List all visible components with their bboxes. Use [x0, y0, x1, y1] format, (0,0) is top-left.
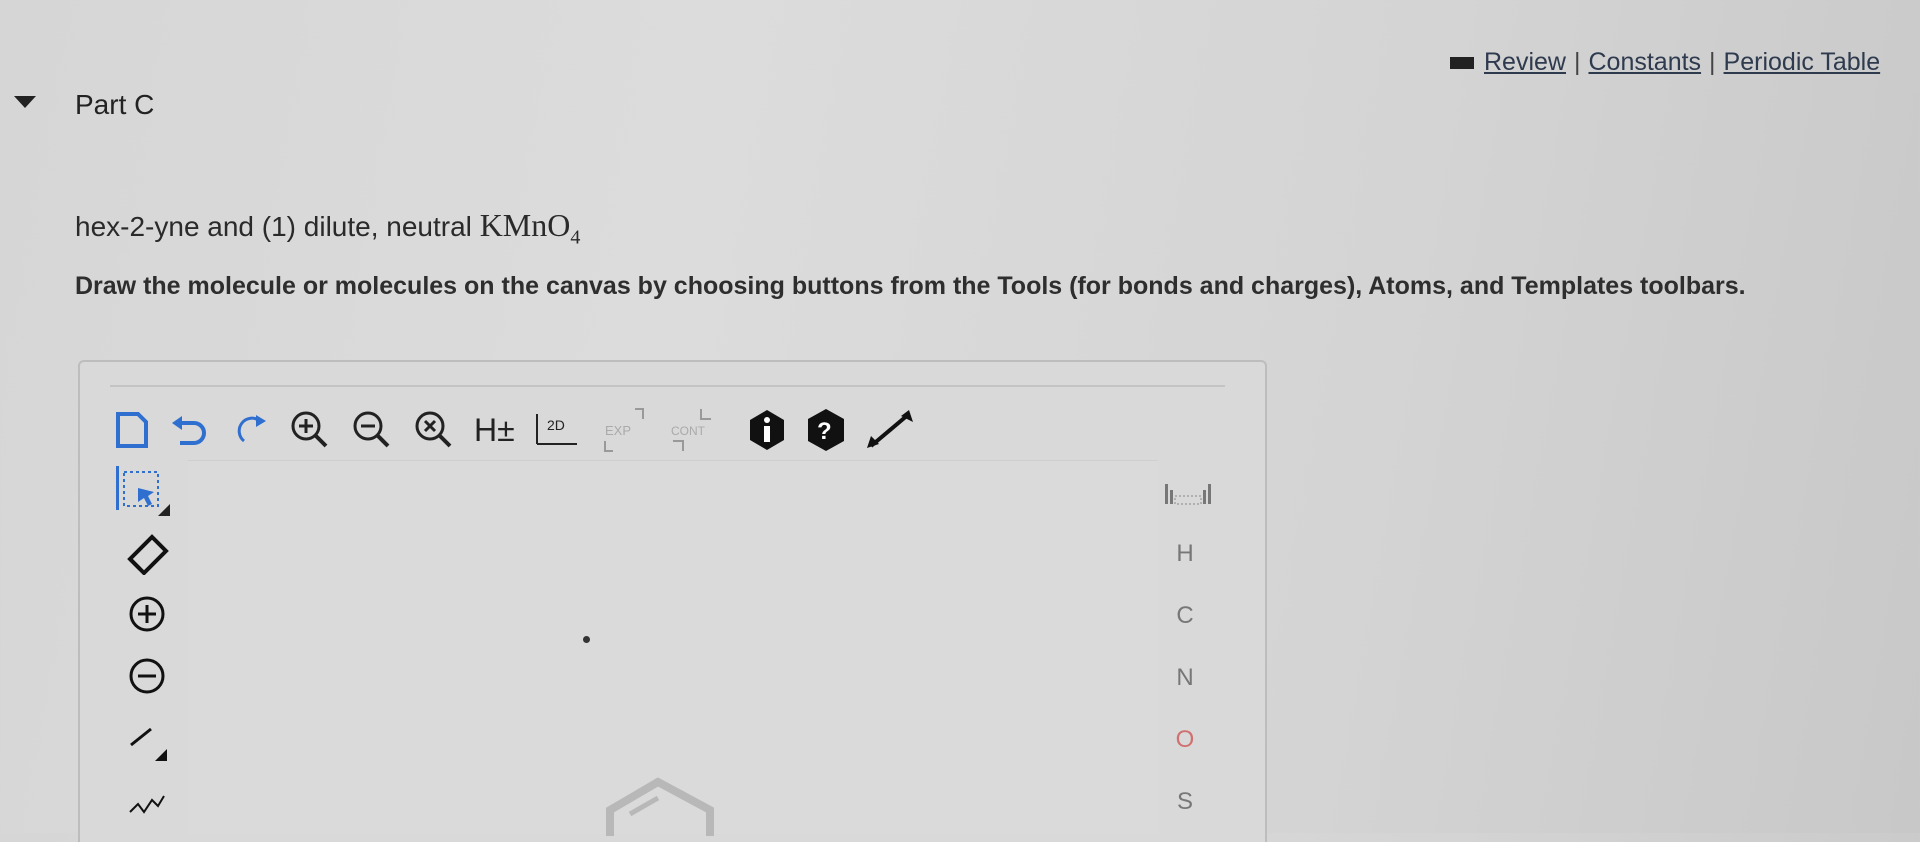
clean-2d-icon[interactable]: 2D — [533, 404, 581, 456]
zoom-out-icon[interactable] — [350, 404, 394, 456]
atom-o-button[interactable]: O — [1150, 726, 1220, 754]
atom-s-button[interactable]: S — [1150, 788, 1220, 816]
single-bond-tool-icon[interactable] — [112, 710, 182, 770]
reagent-main: KMnO — [479, 207, 571, 243]
fullscreen-icon[interactable] — [865, 404, 915, 456]
question-prompt: hex-2-yne and (1) dilute, neutral — [75, 211, 480, 242]
clean-2d-label: 2D — [547, 417, 565, 433]
benzene-template-icon[interactable] — [600, 776, 720, 836]
review-link[interactable]: Review — [1484, 48, 1566, 77]
link-separator: | — [1573, 48, 1581, 76]
periodic-table-icon[interactable] — [1163, 480, 1215, 511]
book-icon — [1450, 56, 1474, 69]
part-title: Part C — [75, 89, 155, 120]
redo-icon[interactable] — [230, 404, 270, 456]
atom-h-button[interactable]: H — [1150, 540, 1220, 568]
negative-charge-tool-icon[interactable] — [112, 646, 182, 706]
sketcher-toolbar: H± 2D EXP CONT ? — [112, 400, 933, 460]
instructions: Draw the molecule or molecules on the ca… — [75, 272, 1746, 300]
reagent-formula: KMnO4 — [479, 207, 581, 248]
expand-icon[interactable]: EXP — [599, 404, 649, 456]
reagent-subscript: 4 — [570, 226, 581, 249]
select-tool-icon[interactable] — [112, 460, 182, 520]
periodic-table-link[interactable]: Periodic Table — [1724, 48, 1881, 77]
hydrogen-toggle-icon[interactable]: H± — [474, 404, 515, 456]
hydrogen-toggle-label: H± — [474, 411, 515, 448]
collapse-arrow-icon[interactable] — [14, 96, 36, 108]
contract-label: CONT — [671, 424, 706, 438]
constants-link[interactable]: Constants — [1588, 48, 1701, 77]
zoom-in-icon[interactable] — [288, 404, 332, 456]
eraser-tool-icon[interactable] — [112, 522, 182, 582]
contract-icon[interactable]: CONT — [667, 404, 721, 456]
new-document-icon[interactable] — [112, 404, 152, 456]
expand-label: EXP — [605, 423, 631, 438]
chain-tool-icon[interactable] — [112, 772, 182, 832]
resource-links: Review | Constants | Periodic Table — [1450, 48, 1880, 77]
atom-n-button[interactable]: N — [1150, 664, 1220, 692]
canvas-cursor-dot — [583, 636, 590, 643]
info-icon[interactable] — [747, 404, 787, 456]
question-text: hex-2-yne and (1) dilute, neutral KMnO4 — [75, 207, 580, 249]
undo-icon[interactable] — [170, 404, 212, 456]
atom-c-button[interactable]: C — [1150, 602, 1220, 630]
zoom-reset-icon[interactable] — [412, 404, 456, 456]
help-icon[interactable]: ? — [805, 404, 847, 456]
svg-text:?: ? — [817, 418, 832, 445]
link-separator: | — [1709, 48, 1716, 76]
sketcher-divider — [110, 385, 1225, 387]
positive-charge-tool-icon[interactable] — [112, 584, 182, 644]
